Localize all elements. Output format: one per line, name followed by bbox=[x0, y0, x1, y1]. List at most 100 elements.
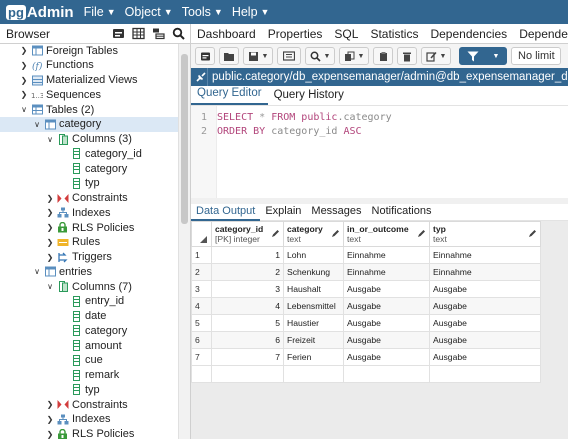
chevron-right-icon[interactable]: ❯ bbox=[45, 430, 55, 439]
tree-item[interactable]: ❯ Indexes bbox=[0, 412, 111, 427]
tab-explain[interactable]: Explain bbox=[260, 204, 306, 221]
row-number[interactable]: 6 bbox=[191, 331, 212, 349]
tree-item[interactable]: entry_id bbox=[0, 294, 124, 309]
tree-item[interactable]: ❯ Triggers bbox=[0, 250, 112, 265]
tree-item[interactable]: ❯ RLS Policies bbox=[0, 220, 135, 235]
chevron-right-icon[interactable]: ❯ bbox=[19, 61, 29, 70]
table-cell[interactable]: 5 bbox=[211, 314, 284, 332]
chevron-right-icon[interactable]: ❯ bbox=[45, 238, 55, 247]
grid-view-icon[interactable] bbox=[128, 25, 148, 43]
limit-select[interactable]: No limit bbox=[511, 47, 561, 65]
table-cell[interactable]: 1 bbox=[211, 246, 284, 264]
tree-item[interactable]: category_id bbox=[0, 146, 142, 161]
chevron-right-icon[interactable]: ❯ bbox=[19, 76, 29, 85]
table-row[interactable]: 3 3 Haushalt Ausgabe Ausgabe bbox=[191, 280, 541, 298]
tab-statistics[interactable]: Statistics bbox=[364, 27, 424, 41]
column-header-in-or-outcome[interactable]: in_or_outcome text bbox=[343, 221, 430, 247]
tab-dependents[interactable]: Dependents bbox=[513, 27, 568, 41]
table-cell[interactable]: Ausgabe bbox=[343, 348, 430, 366]
search-icon[interactable] bbox=[168, 25, 188, 43]
tree-item[interactable]: category bbox=[0, 161, 127, 176]
tab-query-editor[interactable]: Query Editor bbox=[191, 87, 268, 105]
tree-item[interactable]: ∨ Tables (2) bbox=[0, 102, 94, 117]
paste-icon[interactable] bbox=[373, 47, 393, 65]
table-cell[interactable]: Ausgabe bbox=[429, 314, 541, 332]
table-cell[interactable] bbox=[343, 365, 430, 383]
chevron-right-icon[interactable]: ❯ bbox=[19, 46, 29, 55]
table-row[interactable]: 6 6 Freizeit Ausgabe Ausgabe bbox=[191, 331, 541, 349]
table-cell[interactable]: 6 bbox=[211, 331, 284, 349]
table-cell[interactable] bbox=[191, 365, 212, 383]
tab-dashboard[interactable]: Dashboard bbox=[191, 27, 262, 41]
tab-dependencies[interactable]: Dependencies bbox=[424, 27, 513, 41]
table-cell[interactable]: Einnahme bbox=[429, 263, 541, 281]
table-cell[interactable] bbox=[429, 365, 541, 383]
column-header-typ[interactable]: typ text bbox=[429, 221, 541, 247]
tree-item[interactable]: ∨ Columns (7) bbox=[0, 279, 132, 294]
table-cell[interactable]: Ausgabe bbox=[343, 297, 430, 315]
table-cell[interactable]: 4 bbox=[211, 297, 284, 315]
copy-button[interactable]: ▼ bbox=[339, 47, 369, 65]
tree-item[interactable]: ❯ Foreign Tables bbox=[0, 44, 118, 58]
table-cell[interactable]: Ausgabe bbox=[429, 280, 541, 298]
query-tool-icon[interactable] bbox=[108, 25, 128, 43]
row-number[interactable]: 3 bbox=[191, 280, 212, 298]
trash-icon[interactable] bbox=[397, 47, 417, 65]
scrollbar-thumb[interactable] bbox=[181, 54, 188, 224]
table-cell[interactable]: Ferien bbox=[283, 348, 344, 366]
table-row[interactable]: 7 7 Ferien Ausgabe Ausgabe bbox=[191, 348, 541, 366]
table-cell[interactable]: Ausgabe bbox=[343, 314, 430, 332]
table-cell[interactable] bbox=[283, 365, 344, 383]
tab-notifications[interactable]: Notifications bbox=[367, 204, 437, 221]
tab-query-history[interactable]: Query History bbox=[268, 89, 350, 105]
row-number[interactable]: 5 bbox=[191, 314, 212, 332]
open-file-icon[interactable] bbox=[219, 47, 239, 65]
table-cell[interactable] bbox=[211, 365, 284, 383]
database-icon[interactable] bbox=[195, 47, 215, 65]
edit-button[interactable]: ▼ bbox=[421, 47, 451, 65]
filter-rows-icon[interactable] bbox=[148, 25, 168, 43]
column-header-category[interactable]: category text bbox=[283, 221, 344, 247]
table-cell[interactable]: Lebensmittel bbox=[283, 297, 344, 315]
tree-item[interactable]: ∨ Columns (3) bbox=[0, 132, 132, 147]
connection-status-icon[interactable] bbox=[195, 68, 208, 86]
tree-item[interactable]: ❯ (f) Functions bbox=[0, 58, 94, 73]
tab-data-output[interactable]: Data Output bbox=[191, 204, 261, 221]
row-number[interactable]: 2 bbox=[191, 263, 212, 281]
tree-item[interactable]: typ bbox=[0, 176, 100, 191]
table-cell[interactable]: Einnahme bbox=[343, 263, 430, 281]
find-icon[interactable] bbox=[277, 47, 301, 65]
tree-item[interactable]: category bbox=[0, 323, 127, 338]
tab-messages[interactable]: Messages bbox=[306, 204, 366, 221]
tree-item[interactable]: ❯ Indexes bbox=[0, 205, 111, 220]
menu-tools[interactable]: Tools ▼ bbox=[182, 5, 223, 19]
tree-item[interactable]: ∨ category bbox=[0, 116, 178, 132]
tree-item[interactable]: ❯ RLS Policies bbox=[0, 427, 134, 439]
tab-properties[interactable]: Properties bbox=[262, 27, 329, 41]
table-cell[interactable]: 2 bbox=[211, 263, 284, 281]
chevron-down-icon[interactable]: ∨ bbox=[32, 267, 42, 276]
row-number[interactable]: 4 bbox=[191, 297, 212, 315]
filter-button[interactable]: ▼ bbox=[459, 47, 507, 65]
table-cell[interactable]: Ausgabe bbox=[343, 280, 430, 298]
table-cell[interactable]: Ausgabe bbox=[429, 331, 541, 349]
sql-editor[interactable]: 1 SELECT * FROM public.category 2 ORDER BY … bbox=[191, 106, 568, 198]
chevron-down-icon[interactable]: ∨ bbox=[19, 105, 29, 114]
chevron-right-icon[interactable]: ❯ bbox=[45, 415, 55, 424]
grid-corner[interactable] bbox=[191, 221, 212, 247]
tree-item[interactable]: ❯ Constraints bbox=[0, 397, 128, 412]
table-cell[interactable]: Einnahme bbox=[429, 246, 541, 264]
table-cell[interactable]: Freizeit bbox=[283, 331, 344, 349]
chevron-right-icon[interactable]: ❯ bbox=[45, 194, 55, 203]
chevron-down-icon[interactable]: ∨ bbox=[45, 135, 55, 144]
table-row-empty[interactable] bbox=[191, 365, 541, 383]
table-cell[interactable]: Ausgabe bbox=[429, 297, 541, 315]
table-cell[interactable]: Ausgabe bbox=[343, 331, 430, 349]
tree-item[interactable]: date bbox=[0, 309, 106, 324]
table-cell[interactable]: Haustier bbox=[283, 314, 344, 332]
tree-item[interactable]: cue bbox=[0, 353, 103, 368]
chevron-down-icon[interactable]: ∨ bbox=[32, 120, 42, 129]
menu-object[interactable]: Object ▼ bbox=[125, 5, 173, 19]
tree-item[interactable]: ❯ Rules bbox=[0, 235, 100, 250]
chevron-right-icon[interactable]: ❯ bbox=[45, 223, 55, 232]
